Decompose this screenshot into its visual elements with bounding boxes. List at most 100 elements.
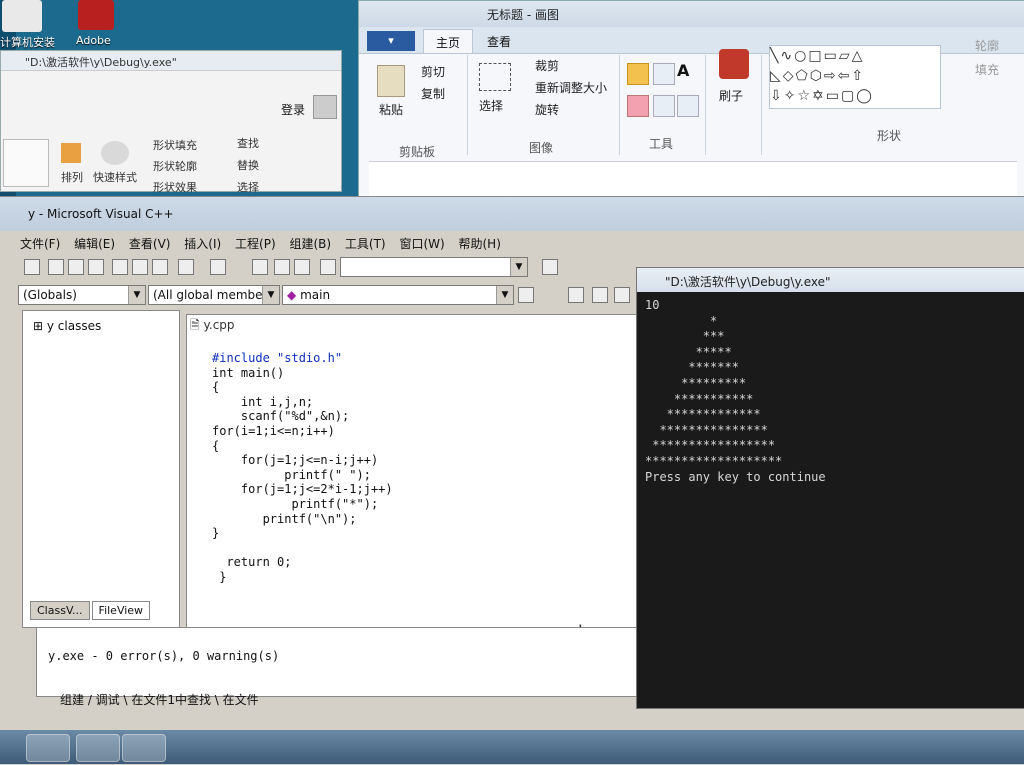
vc-menubar: 文件(F) 编辑(E) 查看(V) 插入(I) 工程(P) 组建(B) 工具(T…: [0, 231, 1024, 255]
menu-tools[interactable]: 工具(T): [345, 237, 386, 251]
editor-tab-label: y.cpp: [203, 318, 235, 332]
pyramid-line: ***********: [645, 391, 754, 406]
clipboard-group-label: 剪贴板: [399, 145, 436, 159]
taskbar-app-button[interactable]: [122, 734, 166, 762]
fill-icon[interactable]: [653, 63, 675, 85]
members-combo[interactable]: (All global members ▼: [148, 285, 280, 305]
paste-icon: [377, 65, 405, 97]
code-line: int i,j,n;: [212, 394, 314, 409]
class-tree-root[interactable]: ⊞ y classes: [33, 319, 101, 333]
console-window: "D:\激活软件\y\Debug\y.exe" 10 * *** ***** *…: [636, 267, 1024, 709]
menu-build[interactable]: 组建(B): [289, 237, 331, 251]
eraser-icon[interactable]: [627, 95, 649, 117]
tab-view[interactable]: 查看: [475, 29, 523, 53]
chevron-down-icon[interactable]: ▼: [510, 258, 527, 276]
workspace-icon[interactable]: [252, 259, 268, 275]
adobe-icon[interactable]: [78, 0, 114, 30]
paint-canvas[interactable]: [369, 161, 1017, 198]
menu-help[interactable]: 帮助(H): [459, 237, 501, 251]
desktop-icon[interactable]: [2, 0, 42, 32]
avatar[interactable]: [313, 95, 337, 119]
code-line: printf("\n");: [212, 511, 357, 526]
pyramid-line: ***************: [645, 422, 768, 437]
redo-icon[interactable]: [210, 259, 226, 275]
build-icon[interactable]: [592, 287, 608, 303]
tab-classview[interactable]: ClassV...: [30, 601, 90, 620]
select-button[interactable]: 选择: [237, 179, 259, 195]
menu-insert[interactable]: 插入(I): [184, 237, 221, 251]
chevron-down-icon[interactable]: ▼: [496, 286, 513, 304]
class-wizard-icon[interactable]: [518, 287, 534, 303]
pyramid-line: *****************: [645, 438, 776, 453]
pyramid-line: *********: [645, 375, 747, 390]
paste-icon[interactable]: [152, 259, 168, 275]
cut-icon[interactable]: [112, 259, 128, 275]
magnifier-icon[interactable]: [677, 95, 699, 117]
quick-style-button[interactable]: 快速样式: [93, 169, 137, 185]
window-list-icon[interactable]: [294, 259, 310, 275]
replace-button[interactable]: 替换: [237, 157, 259, 173]
editor-tab[interactable]: 🗎 y.cpp: [190, 316, 235, 337]
rotate-button[interactable]: 旋转: [535, 101, 559, 118]
select-tool-button[interactable]: 选择: [479, 97, 503, 114]
adobe-label: Adobe: [76, 34, 111, 47]
save-all-icon[interactable]: [88, 259, 104, 275]
paint-title: 无标题 - 画图: [359, 1, 1024, 27]
paint-file-button[interactable]: ▾: [367, 31, 415, 51]
new-file-icon[interactable]: [24, 259, 40, 275]
fill-button[interactable]: 填充: [975, 61, 999, 78]
menu-project[interactable]: 工程(P): [235, 237, 276, 251]
code-line: printf(" ");: [212, 467, 371, 482]
menu-edit[interactable]: 编辑(E): [74, 237, 115, 251]
menu-window[interactable]: 窗口(W): [399, 237, 444, 251]
shapes-gallery[interactable]: [3, 139, 49, 187]
compile-icon[interactable]: [568, 287, 584, 303]
stop-build-icon[interactable]: [614, 287, 630, 303]
login-link[interactable]: 登录: [281, 101, 305, 118]
chevron-down-icon[interactable]: ▼: [262, 286, 279, 304]
find-button[interactable]: 查找: [237, 135, 259, 151]
workspace-pane: ⊞ y classes: [22, 310, 180, 628]
find-combo[interactable]: ▼: [340, 257, 528, 277]
function-icon: ◆: [287, 288, 297, 302]
tab-fileview[interactable]: FileView: [91, 601, 151, 620]
save-icon[interactable]: [68, 259, 84, 275]
pencil-icon[interactable]: [627, 63, 649, 85]
code-line: #include "stdio.h": [212, 351, 343, 365]
picker-icon[interactable]: [653, 95, 675, 117]
undo-icon[interactable]: [178, 259, 194, 275]
paste-button[interactable]: 粘贴: [379, 101, 403, 118]
chevron-down-icon[interactable]: ▼: [128, 286, 145, 304]
outline-button[interactable]: 轮廓: [975, 37, 999, 54]
quick-style-icon: [101, 141, 129, 165]
menu-view[interactable]: 查看(V): [129, 237, 171, 251]
function-combo[interactable]: ◆ main ▼: [282, 285, 514, 305]
copy-icon[interactable]: [132, 259, 148, 275]
shapes-gallery[interactable]: ╲∿○□▭▱△ ◺◇⬠⬡⇨⇦⇧ ⇩✧☆✡▭▢◯: [769, 45, 941, 109]
menu-file[interactable]: 文件(F): [20, 237, 60, 251]
output-tabs[interactable]: 组建 / 调试 \ 在文件1中查找 \ 在文件: [60, 691, 259, 708]
expand-icon[interactable]: ⊞: [33, 319, 43, 333]
taskbar-app-button[interactable]: [26, 734, 70, 762]
background-window-title: "D:\激活软件\y\Debug\y.exe": [1, 51, 341, 71]
taskbar-app-button[interactable]: [76, 734, 120, 762]
crop-button[interactable]: 裁剪: [535, 57, 559, 74]
shape-fill-button[interactable]: 形状填充: [153, 137, 197, 153]
search-icon[interactable]: [542, 259, 558, 275]
find-in-files-icon[interactable]: [320, 259, 336, 275]
shape-effect-button[interactable]: 形状效果: [153, 179, 197, 195]
text-icon[interactable]: A: [677, 61, 689, 80]
output-icon[interactable]: [274, 259, 290, 275]
shape-outline-button[interactable]: 形状轮廓: [153, 158, 197, 174]
arrange-button[interactable]: 排列: [61, 169, 83, 185]
scope-combo[interactable]: (Globals) ▼: [18, 285, 146, 305]
press-key-line: Press any key to continue: [645, 469, 826, 484]
arrange-icon: [61, 143, 81, 163]
resize-button[interactable]: 重新调整大小: [535, 79, 607, 96]
open-icon[interactable]: [48, 259, 64, 275]
cut-button[interactable]: 剪切: [421, 63, 445, 80]
code-text[interactable]: #include "stdio.h" int main(){ int i,j,n;…: [212, 351, 393, 585]
copy-button[interactable]: 复制: [421, 85, 445, 102]
brush-button[interactable]: 刷子: [719, 87, 743, 104]
tab-home[interactable]: 主页: [423, 29, 474, 53]
